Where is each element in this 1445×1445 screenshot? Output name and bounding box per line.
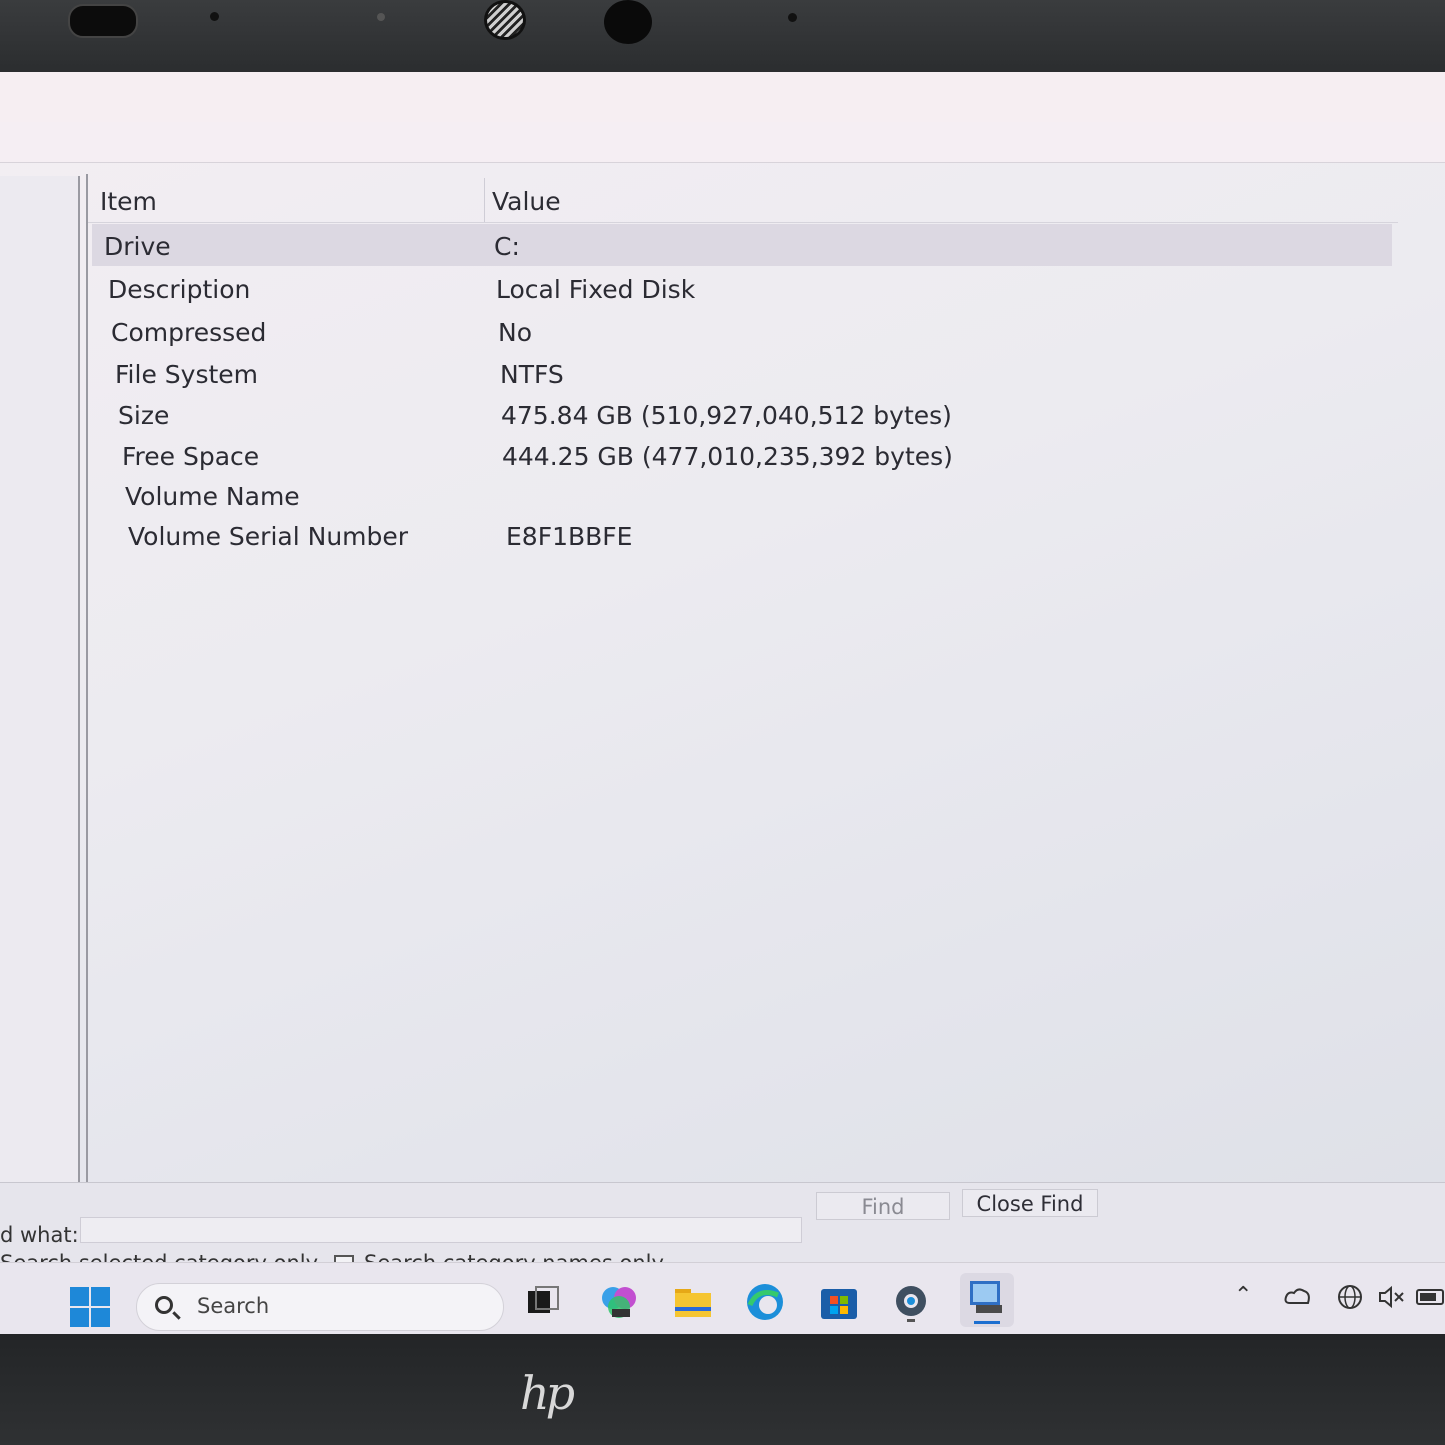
table-row[interactable]: Compressed No <box>92 310 1392 352</box>
find-bar: d what: Find Close Find Search selected … <box>0 1182 1445 1275</box>
sensor-dot <box>788 13 797 22</box>
edge-icon[interactable] <box>744 1281 786 1323</box>
details-list[interactable]: Item Value Drive C: Description Local Fi… <box>86 174 1445 1204</box>
table-row[interactable]: Drive C: <box>92 224 1392 266</box>
row-value: 475.84 GB (510,927,040,512 bytes) <box>501 401 952 430</box>
screen: Item Value Drive C: Description Local Fi… <box>0 72 1445 1334</box>
find-what-label: d what: <box>0 1223 79 1247</box>
webcam-lens <box>604 0 652 44</box>
table-row[interactable]: Description Local Fixed Disk <box>92 267 1392 309</box>
category-tree-pane[interactable] <box>0 176 80 1204</box>
row-item: Free Space <box>122 442 260 471</box>
system-information-icon[interactable] <box>960 1273 1014 1327</box>
hp-logo: hp <box>520 1366 575 1420</box>
table-row[interactable]: File System NTFS <box>92 352 1392 394</box>
laptop-bezel-bottom: hp <box>0 1334 1445 1445</box>
sensor-dot <box>210 12 219 21</box>
search-icon <box>155 1296 173 1314</box>
settings-icon[interactable] <box>890 1281 932 1323</box>
task-view-icon[interactable] <box>522 1281 564 1323</box>
battery-icon[interactable] <box>1416 1287 1445 1312</box>
table-row[interactable]: Free Space 444.25 GB (477,010,235,392 by… <box>92 434 1392 476</box>
copilot-icon[interactable] <box>598 1281 640 1323</box>
column-header-item[interactable]: Item <box>100 187 157 216</box>
taskbar-search-placeholder: Search <box>197 1294 270 1318</box>
row-item: File System <box>115 360 259 389</box>
row-value: C: <box>494 232 520 261</box>
start-button[interactable] <box>70 1287 110 1327</box>
find-button[interactable]: Find <box>816 1192 950 1220</box>
file-explorer-icon[interactable] <box>672 1281 714 1323</box>
taskbar: Search ⌃ <box>0 1262 1445 1334</box>
network-icon[interactable] <box>1336 1283 1364 1317</box>
table-row[interactable]: Volume Name <box>92 474 1392 516</box>
row-item: Compressed <box>111 318 267 347</box>
column-header: Item Value <box>88 174 1398 223</box>
sensor-dot <box>377 13 385 21</box>
column-header-value[interactable]: Value <box>492 187 561 216</box>
column-divider[interactable] <box>484 178 485 222</box>
row-item: Drive <box>104 232 171 261</box>
find-what-input[interactable] <box>80 1217 802 1243</box>
windows-logo-icon <box>70 1287 89 1306</box>
row-value: 444.25 GB (477,010,235,392 bytes) <box>502 442 953 471</box>
toolbar <box>0 122 1445 163</box>
volume-muted-icon[interactable] <box>1378 1285 1406 1315</box>
close-find-button[interactable]: Close Find <box>962 1189 1098 1217</box>
ir-sensor <box>68 4 138 38</box>
table-row[interactable]: Volume Serial Number E8F1BBFE <box>92 514 1392 556</box>
row-item: Description <box>108 275 251 304</box>
laptop-bezel-top <box>0 0 1445 72</box>
table-row[interactable]: Size 475.84 GB (510,927,040,512 bytes) <box>92 393 1392 435</box>
taskbar-search[interactable]: Search <box>136 1283 504 1331</box>
row-item: Volume Name <box>125 482 300 511</box>
row-item: Volume Serial Number <box>128 522 409 551</box>
camera-shutter <box>484 0 526 40</box>
row-value: NTFS <box>500 360 564 389</box>
row-value: Local Fixed Disk <box>496 275 696 304</box>
chevron-up-icon[interactable]: ⌃ <box>1234 1283 1252 1308</box>
row-value: E8F1BBFE <box>506 522 633 551</box>
cloud-icon[interactable] <box>1284 1285 1312 1313</box>
store-icon[interactable] <box>818 1281 860 1323</box>
row-value: No <box>498 318 532 347</box>
row-item: Size <box>118 401 170 430</box>
menu-bar <box>0 72 1445 122</box>
